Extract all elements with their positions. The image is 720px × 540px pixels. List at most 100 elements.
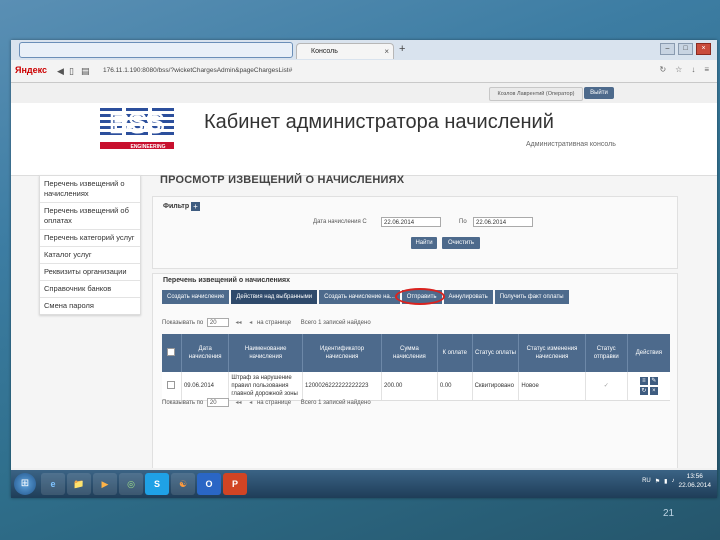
col-amount[interactable]: Сумма начисления bbox=[381, 334, 438, 372]
table-row[interactable]: 09.06.2014 Штраф за нарушение правил пол… bbox=[162, 372, 670, 401]
col-actions: Действия bbox=[627, 334, 670, 372]
charges-list-panel: Перечень извещений о начислениях Создать… bbox=[152, 273, 678, 468]
slide-number: 21 bbox=[663, 508, 675, 519]
view-icon[interactable]: ≡ bbox=[639, 377, 648, 385]
cell-name: Штраф за нарушение правил пользования гл… bbox=[228, 372, 304, 401]
user-name: Козлов Лаврентий (Оператор) bbox=[489, 87, 583, 101]
col-change-status[interactable]: Статус изменения начисления bbox=[518, 334, 586, 372]
cell-send-status: ✓ bbox=[585, 372, 628, 401]
date-from-input[interactable]: 22.06.2014 bbox=[381, 217, 441, 227]
back-icon[interactable]: ◀ bbox=[57, 66, 64, 77]
tab-admin-console[interactable]: Консоль администратора × bbox=[296, 43, 394, 71]
first-page-icon[interactable]: ◂◂ bbox=[236, 319, 242, 326]
windows-taskbar: ⊞ e 📁 ▶ ◎ S ☯ O P RU ⚑ ▮ ♪ 13:56 22.06.2… bbox=[11, 470, 717, 498]
filter-expand-icon[interactable]: + bbox=[191, 202, 200, 211]
cell-change-status: Новое bbox=[518, 372, 586, 401]
per-page-select[interactable]: 20 bbox=[206, 318, 229, 327]
find-button[interactable]: Найти bbox=[411, 237, 437, 249]
logout-button[interactable]: Выйти bbox=[584, 87, 614, 99]
refresh-icon[interactable]: ↻ bbox=[659, 65, 666, 74]
filter-label: Фильтр bbox=[163, 203, 190, 210]
prev-page-icon[interactable]: ◂ bbox=[249, 399, 252, 406]
filter-panel: Фильтр + Дата начисления С 22.06.2014 По… bbox=[152, 196, 678, 269]
selected-actions-button[interactable]: Действия над выбранными bbox=[231, 290, 318, 304]
network-icon[interactable]: ▮ bbox=[664, 478, 667, 485]
powerpoint-icon[interactable]: P bbox=[223, 473, 247, 495]
col-date[interactable]: Дата начисления bbox=[181, 334, 230, 372]
send-button[interactable]: Отправить bbox=[401, 290, 442, 304]
table-header-row: Дата начисления Наименование начисления … bbox=[162, 334, 670, 372]
clock-time: 13:56 bbox=[686, 473, 703, 480]
sidebar-item-requisites[interactable]: Реквизиты организации bbox=[40, 264, 140, 281]
list-title: Перечень извещений о начислениях bbox=[163, 277, 291, 284]
list-toolbar: Создать начисление Действия над выбранны… bbox=[162, 290, 569, 304]
new-tab-icon[interactable]: + bbox=[399, 43, 405, 55]
sidebar-item-charges[interactable]: Перечень извещений о начислениях bbox=[40, 176, 140, 203]
records-info: Всего 1 записей найдено bbox=[300, 400, 371, 407]
sidebar-item-catalog[interactable]: Каталог услуг bbox=[40, 247, 140, 264]
charges-table: Дата начисления Наименование начисления … bbox=[162, 334, 670, 401]
sidebar-item-password[interactable]: Смена пароля bbox=[40, 298, 140, 314]
get-payment-fact-button[interactable]: Получить факт оплаты bbox=[494, 290, 569, 304]
sidebar-item-banks[interactable]: Справочник банков bbox=[40, 281, 140, 298]
language-indicator[interactable]: RU bbox=[642, 478, 651, 484]
minimize-icon[interactable]: – bbox=[660, 43, 675, 55]
create-charge-button[interactable]: Создать начисление bbox=[162, 290, 230, 304]
date-from-label: Дата начисления С bbox=[313, 219, 367, 225]
page-title: ПРОСМОТР ИЗВЕЩЕНИЙ О НАЧИСЛЕНИЯХ bbox=[160, 174, 405, 186]
tab-close-icon[interactable]: × bbox=[384, 44, 389, 60]
ie-icon[interactable]: e bbox=[41, 473, 65, 495]
chrome-icon[interactable]: ◎ bbox=[119, 473, 143, 495]
create-charge-based-button[interactable]: Создать начисление на... bbox=[319, 290, 400, 304]
browser-titlebar: Консоль администратора × + – □ × bbox=[11, 40, 717, 71]
col-to-pay[interactable]: К оплате bbox=[437, 334, 473, 372]
url-field[interactable]: 176.11.1.190:8080/bss/?wicketChargesAdmi… bbox=[103, 64, 553, 77]
bookmark-icon[interactable]: ▤ bbox=[81, 66, 90, 77]
per-page-select-bottom[interactable]: 20 bbox=[206, 398, 229, 407]
firefox-icon[interactable]: ☯ bbox=[171, 473, 195, 495]
sidebar-item-categories[interactable]: Перечень категорий услуг bbox=[40, 230, 140, 247]
bss-logo: BSS ENGINEERING bbox=[98, 105, 176, 150]
select-all-cell[interactable] bbox=[162, 334, 182, 372]
star-icon[interactable]: ☆ bbox=[675, 65, 682, 74]
maximize-icon[interactable]: □ bbox=[678, 43, 693, 55]
cell-amount: 200.00 bbox=[381, 372, 438, 401]
first-page-icon[interactable]: ◂◂ bbox=[236, 399, 242, 406]
taskbar-apps: e 📁 ▶ ◎ S ☯ O P bbox=[41, 473, 247, 495]
date-to-label: По bbox=[459, 219, 467, 225]
refresh-record-icon[interactable]: ↻ bbox=[639, 387, 648, 395]
delete-icon[interactable]: × bbox=[649, 387, 658, 395]
downloads-icon[interactable]: ↓ bbox=[691, 65, 695, 74]
skype-icon[interactable]: S bbox=[145, 473, 169, 495]
yandex-logo[interactable]: Яндекс bbox=[15, 65, 47, 75]
tray-flag-icon[interactable]: ⚑ bbox=[655, 478, 660, 485]
cancel-charge-button[interactable]: Аннулировать bbox=[443, 290, 493, 304]
row-checkbox[interactable] bbox=[167, 380, 176, 389]
close-window-icon[interactable]: × bbox=[696, 43, 711, 55]
volume-icon[interactable]: ♪ bbox=[671, 478, 674, 484]
prev-page-icon[interactable]: ◂ bbox=[249, 319, 252, 326]
lock-icon: ▯ bbox=[69, 66, 74, 76]
menu-icon[interactable]: ≡ bbox=[704, 65, 709, 74]
main-content: ПРОСМОТР ИЗВЕЩЕНИЙ О НАЧИСЛЕНИЯХ Фильтр … bbox=[152, 165, 678, 468]
title-field[interactable] bbox=[19, 42, 293, 58]
cell-actions: ≡ ✎ ↻ × bbox=[627, 372, 670, 401]
clear-button[interactable]: Очистить bbox=[442, 237, 480, 249]
edit-icon[interactable]: ✎ bbox=[649, 377, 658, 385]
explorer-icon[interactable]: 📁 bbox=[67, 473, 91, 495]
media-player-icon[interactable]: ▶ bbox=[93, 473, 117, 495]
sidebar-item-payments[interactable]: Перечень извещений об оплатах bbox=[40, 203, 140, 230]
start-button[interactable]: ⊞ bbox=[14, 473, 36, 495]
col-pay-status[interactable]: Статус оплаты bbox=[472, 334, 520, 372]
outlook-icon[interactable]: O bbox=[197, 473, 221, 495]
pager-top: Показывать по 20 ◂◂ ◂ на странице Всего … bbox=[162, 318, 371, 327]
header-subtitle: Административная консоль bbox=[526, 141, 616, 148]
row-select-cell[interactable] bbox=[162, 372, 182, 401]
select-all-checkbox[interactable] bbox=[167, 347, 176, 356]
col-name[interactable]: Наименование начисления bbox=[228, 334, 304, 372]
date-to-input[interactable]: 22.06.2014 bbox=[473, 217, 533, 227]
col-send-status[interactable]: Статус отправки bbox=[585, 334, 628, 372]
col-id[interactable]: Идентификатор начисления bbox=[302, 334, 383, 372]
pager-suffix: на странице bbox=[256, 400, 292, 407]
clock[interactable]: 13:56 22.06.2014 bbox=[678, 472, 711, 490]
